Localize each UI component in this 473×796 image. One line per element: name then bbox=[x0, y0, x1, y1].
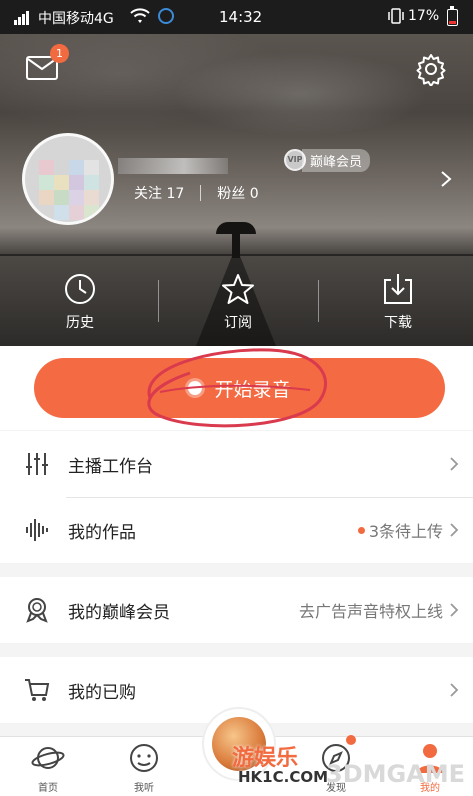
quick-action-label: 历史 bbox=[66, 315, 94, 331]
menu-group-creator: 主播工作台 我的作品 3条待上传 bbox=[0, 431, 473, 563]
chevron-right-icon bbox=[450, 683, 459, 697]
record-dot-icon bbox=[188, 381, 203, 395]
vip-badge-icon bbox=[26, 598, 48, 623]
battery-percent: 17% bbox=[408, 8, 440, 24]
star-icon bbox=[222, 274, 254, 304]
tab-mine[interactable]: 我的 bbox=[400, 741, 460, 794]
quick-action-history[interactable]: 历史 bbox=[40, 272, 120, 332]
menu-item-my-vip[interactable]: 我的巅峰会员 去广告声音特权上线 bbox=[0, 577, 473, 643]
carrier-label: 中国移动4G bbox=[38, 11, 114, 27]
signal-icon bbox=[14, 9, 32, 25]
follow-stats: 关注 17 粉丝 0 bbox=[134, 183, 259, 203]
following-count[interactable]: 关注 17 bbox=[134, 183, 184, 203]
tab-discover[interactable]: 发现 bbox=[306, 741, 366, 794]
avatar[interactable] bbox=[22, 133, 114, 225]
chevron-right-icon bbox=[450, 523, 459, 537]
person-icon bbox=[417, 744, 443, 773]
now-playing-button[interactable] bbox=[202, 707, 276, 781]
quick-action-download[interactable]: 下载 bbox=[358, 272, 438, 332]
menu-item-label: 我的巅峰会员 bbox=[68, 602, 170, 623]
quick-action-label: 下载 bbox=[384, 315, 412, 331]
vip-badge[interactable]: VIP 巅峰会员 bbox=[284, 148, 371, 172]
discover-badge bbox=[346, 735, 356, 745]
battery-icon bbox=[447, 6, 458, 26]
clock-icon bbox=[65, 274, 95, 304]
mail-badge: 1 bbox=[50, 44, 69, 63]
menu-item-label: 我的作品 bbox=[68, 522, 136, 543]
wifi-icon bbox=[130, 8, 150, 23]
username-obscured bbox=[118, 158, 228, 174]
status-bar: 中国移动4G 14:32 17% bbox=[0, 0, 473, 34]
chevron-right-icon bbox=[450, 603, 459, 617]
sliders-icon bbox=[26, 453, 48, 475]
cart-icon bbox=[25, 679, 50, 701]
tab-label: 我的 bbox=[420, 783, 440, 794]
tab-label: 首页 bbox=[38, 783, 58, 794]
tab-listen[interactable]: 我听 bbox=[114, 741, 174, 794]
record-section: 开始录音 bbox=[0, 346, 473, 430]
fans-count[interactable]: 粉丝 0 bbox=[217, 183, 258, 203]
vibrate-icon bbox=[388, 8, 404, 24]
start-recording-button[interactable]: 开始录音 bbox=[34, 358, 445, 418]
face-icon bbox=[130, 744, 158, 772]
tab-label: 发现 bbox=[326, 783, 346, 794]
planet-icon bbox=[31, 747, 65, 769]
waveform-icon bbox=[26, 519, 48, 541]
chevron-right-icon[interactable] bbox=[440, 170, 452, 188]
menu-item-my-works[interactable]: 我的作品 3条待上传 bbox=[0, 497, 473, 563]
chevron-right-icon bbox=[450, 457, 459, 471]
quick-action-label: 订阅 bbox=[224, 315, 252, 331]
clock-time: 14:32 bbox=[219, 8, 263, 26]
settings-gear-icon[interactable] bbox=[414, 52, 448, 86]
bottom-nav: 首页 我听 发现 我的 bbox=[0, 707, 473, 796]
menu-item-label: 我的已购 bbox=[68, 682, 136, 703]
download-icon bbox=[384, 274, 412, 304]
compass-icon bbox=[322, 744, 350, 772]
notification-dot bbox=[357, 526, 365, 534]
vip-promo-text: 去广告声音特权上线 bbox=[298, 602, 443, 621]
quick-action-subscribe[interactable]: 订阅 bbox=[198, 272, 278, 332]
menu-item-anchor-studio[interactable]: 主播工作台 bbox=[0, 431, 473, 497]
menu-item-label: 主播工作台 bbox=[68, 456, 153, 477]
sync-icon bbox=[158, 8, 174, 24]
menu-group-vip: 我的巅峰会员 去广告声音特权上线 bbox=[0, 577, 473, 643]
tab-label: 我听 bbox=[134, 783, 154, 794]
pending-upload-count: 3条待上传 bbox=[357, 518, 443, 542]
tab-home[interactable]: 首页 bbox=[18, 741, 78, 794]
start-recording-label: 开始录音 bbox=[214, 378, 291, 401]
vip-label: 巅峰会员 bbox=[302, 148, 371, 172]
